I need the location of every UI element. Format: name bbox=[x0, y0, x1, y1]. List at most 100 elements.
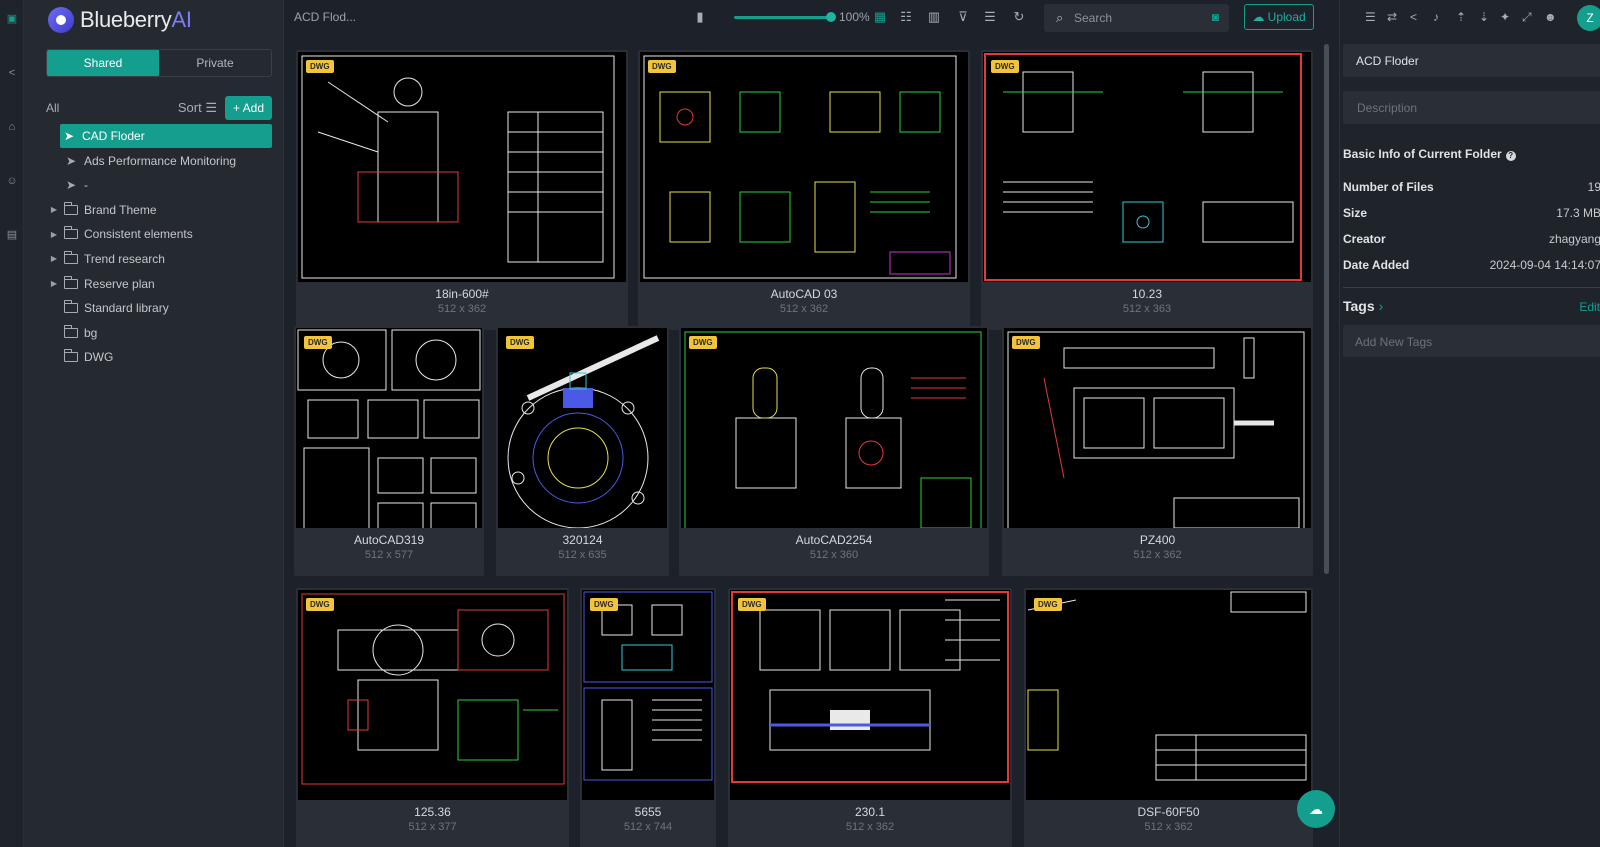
avatar[interactable]: Z bbox=[1577, 5, 1600, 31]
sidebar-item[interactable]: ➤ CAD Floder bbox=[60, 124, 272, 148]
file-card[interactable]: DWG AutoCAD2254 512 x 360 bbox=[679, 326, 989, 576]
sidebar-item[interactable]: bg bbox=[46, 321, 278, 345]
tab-private[interactable]: Private bbox=[159, 50, 271, 76]
upload-icon[interactable]: ⇡ bbox=[1456, 10, 1466, 24]
file-dimensions: 512 x 377 bbox=[408, 821, 457, 833]
breadcrumb[interactable]: ACD Flod... bbox=[294, 10, 356, 24]
tags-title[interactable]: Tags › bbox=[1343, 298, 1383, 314]
file-thumbnail[interactable] bbox=[298, 590, 567, 800]
add-tags-input[interactable]: Add New Tags bbox=[1343, 325, 1600, 357]
cad-drawing-preview bbox=[1007, 331, 1305, 528]
app-logo[interactable]: BlueberryAI bbox=[48, 5, 192, 35]
folder-shape bbox=[64, 349, 78, 363]
search-bar[interactable]: ⌕ Search ◙ bbox=[1044, 4, 1229, 32]
file-card[interactable]: DWG AutoCAD319 512 x 577 bbox=[294, 326, 484, 576]
sidebar-item[interactable]: ▶ Trend research bbox=[46, 247, 278, 271]
pin-icon[interactable]: ✦ bbox=[1500, 10, 1510, 24]
share-icon[interactable]: < bbox=[5, 66, 19, 80]
swap-icon[interactable]: ⇄ bbox=[1387, 10, 1397, 24]
sidebar-item[interactable]: ➤ Ads Performance Monitoring bbox=[46, 149, 278, 173]
sort-button[interactable]: Sort ☰ bbox=[178, 100, 217, 116]
file-name: 5655 bbox=[634, 805, 662, 819]
zoom-slider[interactable] bbox=[734, 16, 829, 19]
tags-edit-link[interactable]: Edit bbox=[1579, 300, 1600, 314]
search-input[interactable]: Search bbox=[1074, 11, 1112, 25]
home-icon[interactable]: ⌂ bbox=[5, 120, 19, 134]
sidebar-item[interactable]: ➤ - bbox=[46, 173, 278, 197]
file-grid: DWG 18in-600# 512 x 362 DWG AutoCAD 03 512 x… bbox=[284, 36, 1329, 847]
bell-icon[interactable]: ♪ bbox=[1433, 10, 1439, 24]
info-icon[interactable]: ? bbox=[1505, 151, 1516, 161]
sidebar-item[interactable]: ▶ Brand Theme bbox=[46, 198, 278, 222]
app-root: ▣ < ⌂ ☺ ▤ BlueberryAI Shared Private All… bbox=[0, 0, 1600, 847]
grid-view-icon[interactable]: ▦ bbox=[872, 9, 888, 25]
search-icon: ⌕ bbox=[1056, 10, 1064, 25]
info-key: Date Added bbox=[1343, 258, 1410, 272]
library-icon[interactable]: ▣ bbox=[5, 12, 19, 26]
save-icon[interactable]: ▮ bbox=[692, 9, 708, 25]
file-thumbnail[interactable] bbox=[1026, 590, 1311, 800]
folder-toolbar: All Sort ☰ + Add bbox=[46, 96, 272, 120]
file-card[interactable]: DWG PZ400 512 x 362 bbox=[1002, 326, 1313, 576]
file-thumbnail[interactable] bbox=[983, 52, 1311, 282]
store-icon[interactable]: ▤ bbox=[5, 228, 19, 242]
file-card[interactable]: DWG 5655 512 x 744 bbox=[580, 588, 716, 847]
file-card[interactable]: DWG 320124 512 x 635 bbox=[496, 326, 669, 576]
folder-name-field[interactable]: ACD Floder bbox=[1343, 44, 1600, 77]
file-dimensions: 512 x 362 bbox=[845, 821, 895, 833]
file-dimensions: 512 x 577 bbox=[364, 549, 414, 561]
file-card[interactable]: DWG DSF-60F50 512 x 362 bbox=[1024, 588, 1313, 847]
sidebar-item[interactable]: Standard library bbox=[46, 296, 278, 320]
zoom-slider-handle[interactable] bbox=[826, 12, 836, 22]
sidebar-item[interactable]: ▶ Reserve plan bbox=[46, 272, 278, 296]
share-icon[interactable]: < bbox=[1410, 10, 1417, 24]
file-thumbnail[interactable] bbox=[582, 590, 714, 800]
file-thumbnail[interactable] bbox=[640, 52, 968, 282]
expand-icon[interactable]: ⤢ bbox=[1522, 10, 1532, 25]
user-icon[interactable]: ☻ bbox=[1544, 10, 1557, 24]
app-name: BlueberryAI bbox=[80, 7, 192, 32]
camera-search-icon[interactable]: ◙ bbox=[1212, 10, 1219, 24]
folder-shape bbox=[64, 201, 78, 215]
column-view-icon[interactable]: ▥ bbox=[926, 9, 942, 25]
file-card[interactable]: DWG 18in-600# 512 x 362 bbox=[296, 50, 628, 330]
file-type-badge: DWG bbox=[306, 60, 334, 73]
file-card[interactable]: DWG 10.23 512 x 363 bbox=[981, 50, 1313, 330]
cloud-upload-fab[interactable]: ☁ bbox=[1297, 790, 1335, 828]
file-thumbnail[interactable] bbox=[1004, 328, 1311, 528]
description-field[interactable]: Description bbox=[1343, 91, 1600, 124]
file-type-badge: DWG bbox=[689, 336, 717, 349]
file-thumbnail[interactable] bbox=[298, 52, 626, 282]
sidebar-item[interactable]: ▶ Consistent elements bbox=[46, 222, 278, 246]
file-card[interactable]: DWG 125.36 512 x 377 bbox=[296, 588, 569, 847]
filter-icon[interactable]: ⊽ bbox=[955, 9, 971, 25]
left-rail: ▣ < ⌂ ☺ ▤ bbox=[0, 0, 24, 847]
grid-scrollbar[interactable] bbox=[1324, 44, 1329, 574]
file-thumbnail[interactable] bbox=[296, 328, 482, 528]
upload-button[interactable]: ☁ Upload bbox=[1244, 4, 1314, 30]
cad-drawing-preview bbox=[1027, 591, 1307, 781]
file-name: PZ400 bbox=[1139, 533, 1176, 547]
bot-icon[interactable]: ☺ bbox=[5, 174, 19, 188]
refresh-icon[interactable]: ↻ bbox=[1011, 9, 1027, 25]
file-thumbnail[interactable] bbox=[730, 590, 1010, 800]
file-card[interactable]: DWG AutoCAD 03 512 x 362 bbox=[638, 50, 970, 330]
download-icon[interactable]: ⇣ bbox=[1479, 10, 1489, 24]
expand-caret-icon[interactable]: ▶ bbox=[46, 279, 62, 288]
file-thumbnail[interactable] bbox=[498, 328, 667, 528]
sort-label: Sort bbox=[177, 100, 202, 115]
all-filter[interactable]: All bbox=[46, 101, 59, 115]
file-dimensions: 512 x 635 bbox=[558, 549, 607, 561]
expand-caret-icon[interactable]: ▶ bbox=[46, 230, 62, 239]
add-button[interactable]: + Add bbox=[224, 96, 272, 120]
expand-caret-icon[interactable]: ▶ bbox=[46, 254, 62, 263]
basic-info-title: Basic Info of Current Folder? bbox=[1343, 147, 1516, 161]
expand-caret-icon[interactable]: ▶ bbox=[46, 205, 62, 214]
sidebar-item[interactable]: DWG bbox=[46, 345, 278, 369]
outline-icon[interactable]: ☰ bbox=[1365, 10, 1376, 24]
tab-shared[interactable]: Shared bbox=[47, 50, 159, 76]
file-card[interactable]: DWG 230.1 512 x 362 bbox=[728, 588, 1012, 847]
list-view-icon[interactable]: ☷ bbox=[898, 9, 914, 25]
file-thumbnail[interactable] bbox=[681, 328, 987, 528]
sort-options-icon[interactable]: ☰ bbox=[982, 9, 998, 25]
